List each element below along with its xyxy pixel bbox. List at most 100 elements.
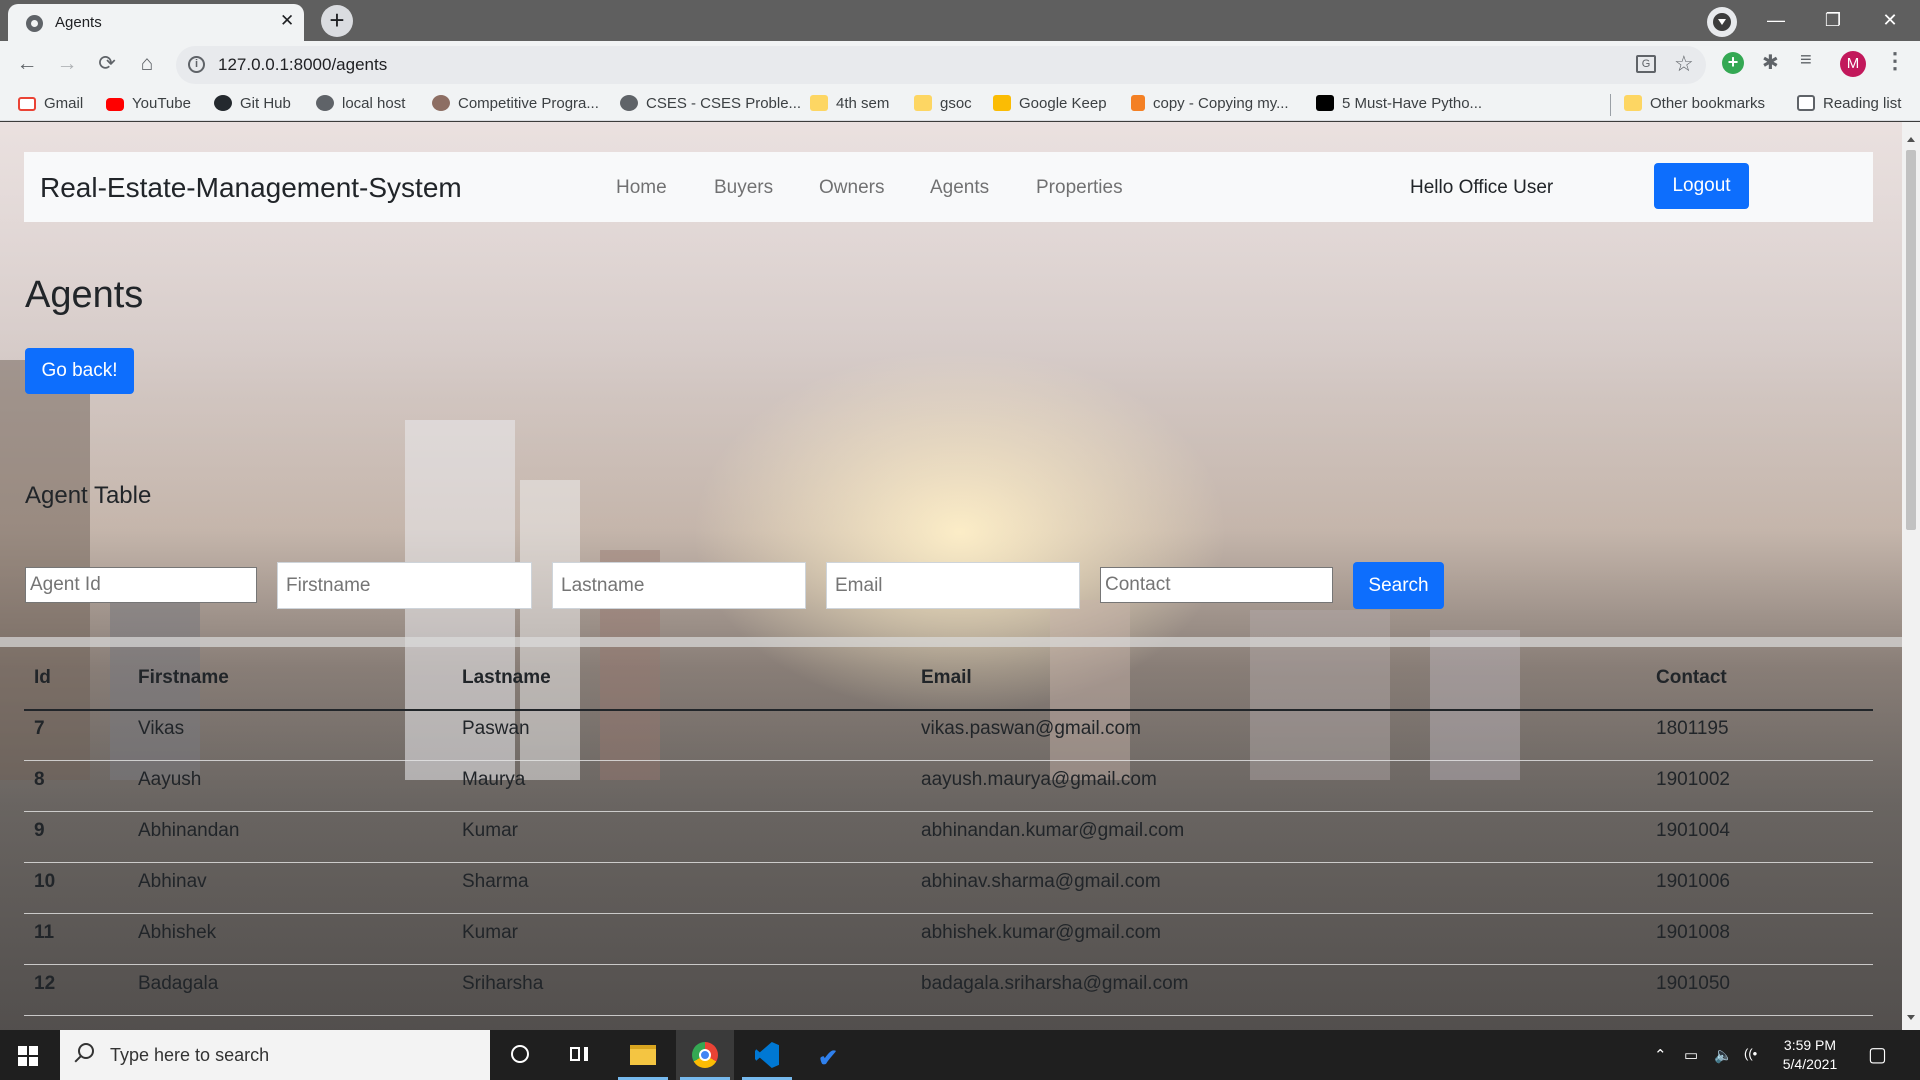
- table-cell-contact: 1901006: [1656, 871, 1730, 892]
- show-hidden-icons-icon[interactable]: ⌃: [1654, 1046, 1667, 1064]
- table-title: Agent Table: [25, 482, 152, 509]
- bookmark-google-keep[interactable]: Google Keep: [993, 95, 1107, 115]
- bookmark-github[interactable]: Git Hub: [214, 95, 291, 115]
- extension-plus-icon[interactable]: +: [1722, 52, 1744, 74]
- medium-icon: [1316, 95, 1334, 111]
- bookmark-cses[interactable]: CSES - CSES Proble...: [620, 95, 801, 115]
- search-button[interactable]: Search: [1353, 562, 1444, 609]
- table-row-divider: [24, 1015, 1873, 1016]
- scrollbar-thumb[interactable]: [1906, 150, 1916, 530]
- bookmark-medium[interactable]: 5 Must-Have Pytho...: [1316, 95, 1482, 115]
- page-scrollbar[interactable]: [1902, 122, 1920, 1030]
- folder-icon: [914, 95, 932, 111]
- bookmark-gmail[interactable]: Gmail: [18, 95, 83, 115]
- reading-list[interactable]: Reading list: [1797, 95, 1901, 115]
- bookmark-folder-gsoc[interactable]: gsoc: [914, 95, 972, 115]
- bookmark-folder-4th-sem[interactable]: 4th sem: [810, 95, 889, 115]
- chrome-icon[interactable]: [676, 1030, 734, 1080]
- todo-icon[interactable]: ✔: [800, 1030, 858, 1080]
- reload-button[interactable]: ⟳: [93, 51, 121, 79]
- notifications-icon[interactable]: ▢: [1868, 1042, 1887, 1067]
- profile-avatar[interactable]: M: [1840, 51, 1866, 77]
- firstname-input[interactable]: [277, 562, 532, 609]
- table-cell-id: 8: [34, 769, 45, 790]
- lastname-input[interactable]: [552, 562, 806, 609]
- search-icon: [78, 1043, 94, 1059]
- nav-link-agents[interactable]: Agents: [930, 177, 989, 199]
- nav-link-buyers[interactable]: Buyers: [714, 177, 773, 199]
- bookmark-star-icon[interactable]: ☆: [1674, 51, 1694, 77]
- reading-list-icon: [1797, 95, 1815, 111]
- battery-icon[interactable]: ▭: [1684, 1046, 1698, 1064]
- restore-button[interactable]: ❐: [1810, 6, 1856, 36]
- bookmark-youtube[interactable]: YouTube: [106, 95, 191, 115]
- table-cell-contact: 1901008: [1656, 922, 1730, 943]
- cortana-icon[interactable]: [490, 1030, 548, 1080]
- new-tab-button[interactable]: +: [321, 5, 353, 37]
- taskbar-search-placeholder: Type here to search: [110, 1045, 270, 1065]
- back-button[interactable]: ←: [13, 51, 41, 79]
- column-header-email: Email: [921, 667, 972, 688]
- windows-start-icon[interactable]: [18, 1046, 38, 1066]
- table-row-divider: [24, 913, 1873, 914]
- keep-icon: [993, 95, 1011, 111]
- extensions-puzzle-icon[interactable]: ✱: [1762, 50, 1779, 75]
- globe-icon: [26, 15, 43, 32]
- youtube-icon: [106, 98, 124, 111]
- logout-button[interactable]: Logout: [1654, 163, 1749, 209]
- taskbar-search-box[interactable]: Type here to search: [60, 1030, 490, 1080]
- top-navbar: Real-Estate-Management-System Home Buyer…: [24, 152, 1873, 222]
- file-explorer-icon[interactable]: [614, 1030, 672, 1080]
- window-close-button[interactable]: ✕: [1867, 6, 1913, 36]
- gmail-icon: [18, 97, 36, 111]
- table-cell-lastname: Kumar: [462, 922, 518, 943]
- table-cell-email: abhinav.sharma@gmail.com: [921, 871, 1161, 892]
- table-cell-firstname: Abhinandan: [138, 820, 240, 841]
- browser-menu-icon[interactable]: ⋮: [1884, 48, 1906, 74]
- table-cell-email: badagala.sriharsha@gmail.com: [921, 973, 1189, 994]
- nav-link-properties[interactable]: Properties: [1036, 177, 1123, 199]
- scroll-up-arrow-icon[interactable]: [1907, 137, 1915, 142]
- browser-toolbar: ← → ⟳ ⌂ i 127.0.0.1:8000/agents G ☆ + ✱ …: [0, 41, 1920, 88]
- url-text[interactable]: 127.0.0.1:8000/agents: [218, 55, 387, 75]
- vscode-icon[interactable]: [738, 1030, 796, 1080]
- minimize-button[interactable]: —: [1753, 6, 1799, 36]
- agent-id-input[interactable]: [25, 567, 257, 603]
- other-bookmarks[interactable]: Other bookmarks: [1624, 95, 1765, 115]
- volume-icon[interactable]: 🔈: [1714, 1046, 1733, 1064]
- contact-input[interactable]: [1100, 567, 1333, 603]
- table-cell-id: 10: [34, 871, 56, 892]
- task-view-icon[interactable]: [550, 1030, 608, 1080]
- column-header-contact: Contact: [1656, 667, 1727, 688]
- bookmarks-bar: Gmail YouTube Git Hub local host Competi…: [0, 88, 1920, 121]
- address-bar[interactable]: i 127.0.0.1:8000/agents G ☆: [176, 46, 1706, 84]
- scroll-down-arrow-icon[interactable]: [1907, 1015, 1915, 1020]
- email-input[interactable]: [826, 562, 1080, 609]
- table-cell-email: aayush.maurya@gmail.com: [921, 769, 1157, 790]
- nav-link-home[interactable]: Home: [616, 177, 667, 199]
- tab-close-icon[interactable]: ✕: [280, 11, 294, 31]
- taskbar-clock[interactable]: 3:59 PM 5/4/2021: [1770, 1036, 1850, 1074]
- home-button[interactable]: ⌂: [133, 51, 161, 79]
- user-greeting: Hello Office User: [1410, 177, 1554, 198]
- translate-icon[interactable]: G: [1636, 55, 1656, 73]
- go-back-button[interactable]: Go back!: [25, 348, 134, 394]
- site-info-icon[interactable]: i: [188, 56, 205, 73]
- nav-link-owners[interactable]: Owners: [819, 177, 884, 199]
- bookmark-favicon-icon: [432, 95, 450, 111]
- media-queue-icon[interactable]: ≡: [1800, 49, 1812, 72]
- bookmark-local-host[interactable]: local host: [316, 95, 405, 115]
- brand-title[interactable]: Real-Estate-Management-System: [40, 172, 462, 204]
- tab-search-icon[interactable]: [1707, 7, 1737, 37]
- bookmark-stackoverflow[interactable]: copy - Copying my...: [1131, 95, 1289, 115]
- table-cell-firstname: Abhishek: [138, 922, 217, 943]
- forward-button[interactable]: →: [53, 51, 81, 79]
- table-cell-email: abhishek.kumar@gmail.com: [921, 922, 1161, 943]
- column-header-firstname: Firstname: [138, 667, 229, 688]
- table-row-divider: [24, 811, 1873, 812]
- bookmark-competitive-programming[interactable]: Competitive Progra...: [432, 95, 599, 115]
- browser-tab[interactable]: Agents ✕: [8, 4, 304, 41]
- table-cell-email: abhinandan.kumar@gmail.com: [921, 820, 1185, 841]
- network-icon[interactable]: ((•: [1744, 1046, 1757, 1061]
- table-cell-id: 12: [34, 973, 56, 994]
